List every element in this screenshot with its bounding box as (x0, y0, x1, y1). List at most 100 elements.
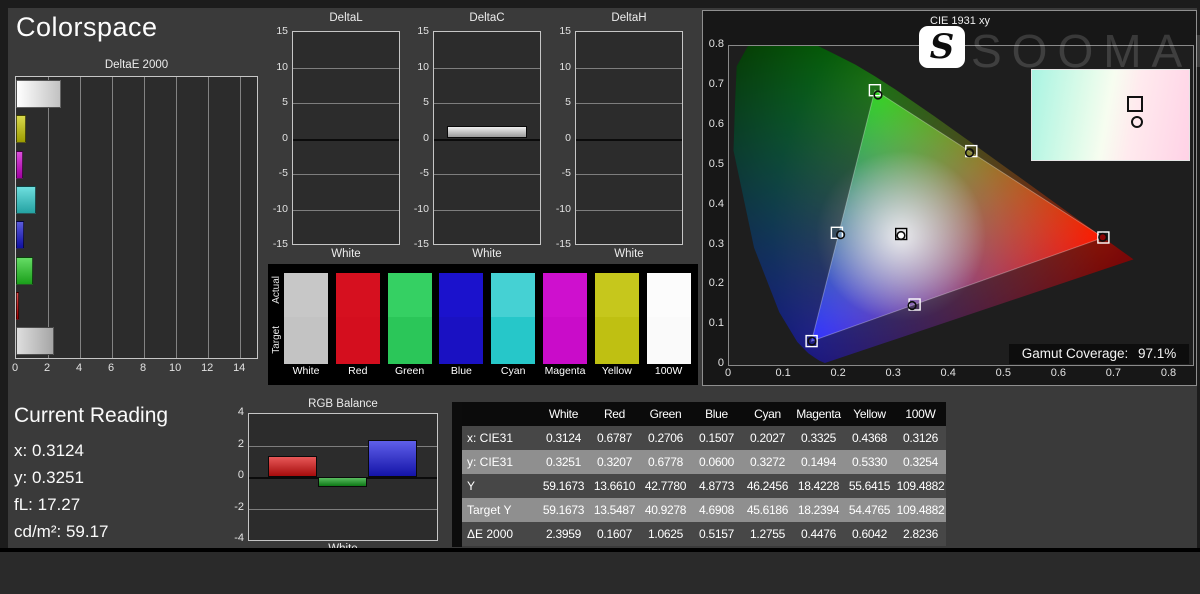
table-cell: 109.4882 (895, 498, 946, 522)
table-row: x: CIE310.31240.67870.27060.15070.20270.… (462, 426, 946, 450)
gamut-coverage-value: 97.1% (1138, 346, 1176, 361)
actual-target-swatch-panel: ActualTargetWhiteRedGreenBlueCyanMagenta… (268, 264, 698, 385)
swatch-column-blue (439, 273, 483, 364)
swatch-label: Red (336, 365, 380, 377)
inset-target-marker (1127, 96, 1143, 112)
reading-item: cd/m²: 59.17 (14, 518, 244, 545)
table-row: Y59.167313.661042.77804.877346.245618.42… (462, 474, 946, 498)
table-column-header: White (538, 402, 589, 426)
table-cell: 2.8236 (895, 522, 946, 546)
gridline (576, 174, 682, 175)
y-tick-label: 10 (402, 61, 429, 73)
table-column-header: Green (640, 402, 691, 426)
gridline (434, 210, 540, 211)
y-tick-label: 5 (544, 96, 571, 108)
page-title: Colorspace (16, 12, 158, 43)
table-cell: 0.3124 (538, 426, 589, 450)
table-cell: 0.3126 (895, 426, 946, 450)
rgb-y-tick: -2 (222, 501, 244, 513)
gridline (576, 139, 682, 141)
x-tick-label: 10 (163, 362, 187, 374)
cie-y-tick: 0.7 (703, 78, 724, 90)
swatch-column-white (284, 273, 328, 364)
table-cell: 109.4882 (895, 474, 946, 498)
table-cell: 45.6186 (742, 498, 793, 522)
mini-chart-x-label: White (292, 248, 400, 260)
y-tick-label: 15 (261, 25, 288, 37)
cie-1931-panel: CIE 1931 xy S SOOMAL Gamut Coverage: 97.… (702, 10, 1197, 386)
cie-x-tick: 0.5 (992, 367, 1014, 379)
delta-c-bar (447, 126, 527, 139)
gridline (293, 68, 399, 69)
gridline (112, 77, 113, 358)
y-tick-label: -5 (402, 167, 429, 179)
mini-chart-title: DeltaL (292, 12, 400, 24)
table-cell: 0.2706 (640, 426, 691, 450)
x-tick-label: 12 (195, 362, 219, 374)
table-cell: 4.6908 (691, 498, 742, 522)
swatch-label: Yellow (595, 365, 639, 377)
target-swatch (595, 317, 639, 364)
table-cell: 0.6778 (640, 450, 691, 474)
swatch-column-cyan (491, 273, 535, 364)
gridline (293, 210, 399, 211)
target-swatch (543, 317, 587, 364)
swatch-column-green (388, 273, 432, 364)
delta-e-bar-yellow (16, 115, 26, 143)
rgb-y-tick: 4 (222, 406, 244, 418)
y-tick-label: -15 (544, 238, 571, 250)
y-tick-label: 10 (544, 61, 571, 73)
table-row: ΔE 20002.39590.16071.06250.51571.27550.4… (462, 522, 946, 546)
table-cell: 0.5157 (691, 522, 742, 546)
table-cell: 1.0625 (640, 522, 691, 546)
table-cell: 0.1494 (793, 450, 844, 474)
mini-chart-delta-l (292, 31, 400, 245)
cie-y-tick: 0.5 (703, 158, 724, 170)
swatch-label: White (284, 365, 328, 377)
rgb-bar-red (268, 456, 317, 477)
y-tick-label: -5 (544, 167, 571, 179)
table-cell: 0.3251 (538, 450, 589, 474)
table-column-header: Blue (691, 402, 742, 426)
table-cell: 0.1607 (589, 522, 640, 546)
actual-swatch (388, 273, 432, 317)
table-cell: 0.3325 (793, 426, 844, 450)
rgb-balance-title: RGB Balance (248, 398, 438, 410)
table-column-header: Red (589, 402, 640, 426)
cie-x-tick: 0.8 (1158, 367, 1180, 379)
actual-swatch (647, 273, 691, 317)
table-row: Target Y59.167313.548740.92784.690845.61… (462, 498, 946, 522)
gridline (576, 103, 682, 104)
table-cell: 0.2027 (742, 426, 793, 450)
table-cell: 40.9278 (640, 498, 691, 522)
table-cell: 13.5487 (589, 498, 640, 522)
table-cell: 18.4228 (793, 474, 844, 498)
gridline (576, 210, 682, 211)
gridline (434, 68, 540, 69)
reading-item: x: 0.3124 (14, 437, 244, 464)
swatch-column-100w (647, 273, 691, 364)
cie-x-tick: 0.4 (937, 367, 959, 379)
gridline (80, 77, 81, 358)
table-cell: 4.8773 (691, 474, 742, 498)
y-tick-label: -10 (402, 203, 429, 215)
actual-swatch (336, 273, 380, 317)
cie-x-tick: 0.7 (1102, 367, 1124, 379)
gamut-coverage-label: Gamut Coverage: (1022, 346, 1129, 361)
table-row-label: ΔE 2000 (462, 522, 538, 546)
table-row-label: y: CIE31 (462, 450, 538, 474)
rgb-y-tick: -4 (222, 532, 244, 544)
cie-y-tick: 0.8 (703, 38, 724, 50)
soomal-watermark: SOOMAL (971, 24, 1200, 78)
table-cell: 0.3207 (589, 450, 640, 474)
actual-swatch (284, 273, 328, 317)
table-row-label: x: CIE31 (462, 426, 538, 450)
target-swatch (491, 317, 535, 364)
soomal-logo-icon: S (919, 26, 965, 68)
table-cell: 13.6610 (589, 474, 640, 498)
swatch-column-red (336, 273, 380, 364)
x-tick-label: 2 (35, 362, 59, 374)
y-tick-label: -10 (261, 203, 288, 215)
table-cell: 0.6042 (844, 522, 895, 546)
table-cell: 1.2755 (742, 522, 793, 546)
